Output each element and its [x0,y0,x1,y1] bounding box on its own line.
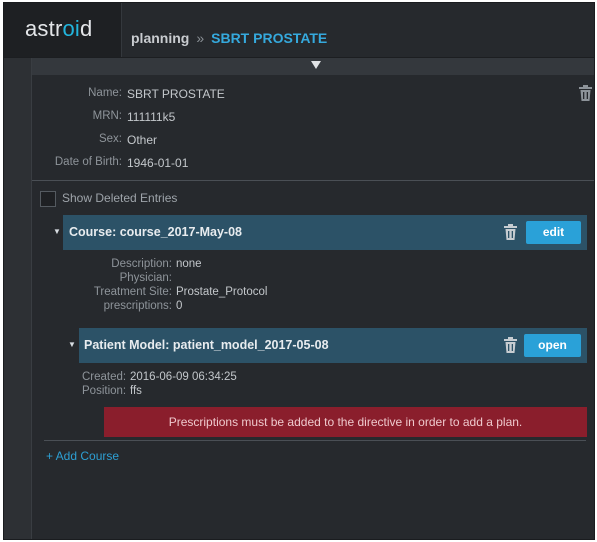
model-position-label: Position: [82,385,127,397]
course-header[interactable]: ▼ Course: course_2017-May-08 edit [53,215,587,250]
course-prescriptions-label: prescriptions: [103,300,172,312]
patient-sex-row: Sex: [4,133,122,149]
trash-icon[interactable] [504,337,517,353]
open-patient-model-button[interactable]: open [524,334,581,357]
breadcrumb-separator: » [196,30,205,46]
course-prescriptions-value: 0 [176,300,183,312]
patient-model-title: Patient Model: patient_model_2017-05-08 [84,338,329,352]
logo-text: astroid [25,16,93,41]
left-gutter [4,58,32,539]
patient-dob-label: Date of Birth: [54,156,122,168]
collapse-triangle-icon[interactable] [311,61,321,69]
edit-course-button[interactable]: edit [526,221,581,244]
logo[interactable]: astroid [4,3,122,57]
prescription-alert: Prescriptions must be added to the direc… [104,407,587,437]
model-position-value: ffs [130,385,142,397]
patient-model-header[interactable]: ▼ Patient Model: patient_model_2017-05-0… [68,328,587,363]
course-title: Course: course_2017-May-08 [69,225,242,239]
trash-icon[interactable] [579,85,592,101]
chevron-down-icon[interactable]: ▼ [53,227,61,236]
show-deleted-label: Show Deleted Entries [62,191,178,205]
patient-name-value: SBRT PROSTATE [127,87,225,101]
course-description-value: none [176,258,202,270]
show-deleted-checkbox[interactable] [40,191,56,207]
patient-dob-value: 1946-01-01 [127,156,189,170]
trash-icon[interactable] [504,224,517,240]
collapse-toggle-bar[interactable] [32,58,594,75]
course-treatment-site-value: Prostate_Protocol [176,286,268,298]
course-treatment-site-label: Treatment Site: [93,286,172,298]
patient-sex-value: Other [127,133,158,147]
divider [44,440,586,441]
breadcrumb-planning[interactable]: planning [131,30,189,46]
course-description-label: Description: [111,258,172,270]
add-course-link[interactable]: + Add Course [46,449,119,463]
app-window: astroid planning » SBRT PROSTATE Name: SBR… [3,2,595,540]
patient-name-label: Name: [88,87,122,99]
divider [32,180,594,181]
chevron-down-icon[interactable]: ▼ [68,340,76,349]
patient-mrn-value: 111111k5 [127,110,176,124]
model-created-value: 2016-06-09 06:34:25 [130,371,237,383]
top-bar: astroid planning » SBRT PROSTATE [4,3,594,58]
patient-mrn-label: MRN: [92,110,122,122]
course-physician-label: Physician: [119,272,172,284]
breadcrumb-current: SBRT PROSTATE [211,30,328,46]
patient-name-row: Name: [4,87,122,103]
patient-mrn-row: MRN: [4,110,122,126]
breadcrumb: planning » SBRT PROSTATE [131,30,327,46]
patient-sex-label: Sex: [98,133,122,145]
patient-dob-row: Date of Birth: [4,156,122,172]
